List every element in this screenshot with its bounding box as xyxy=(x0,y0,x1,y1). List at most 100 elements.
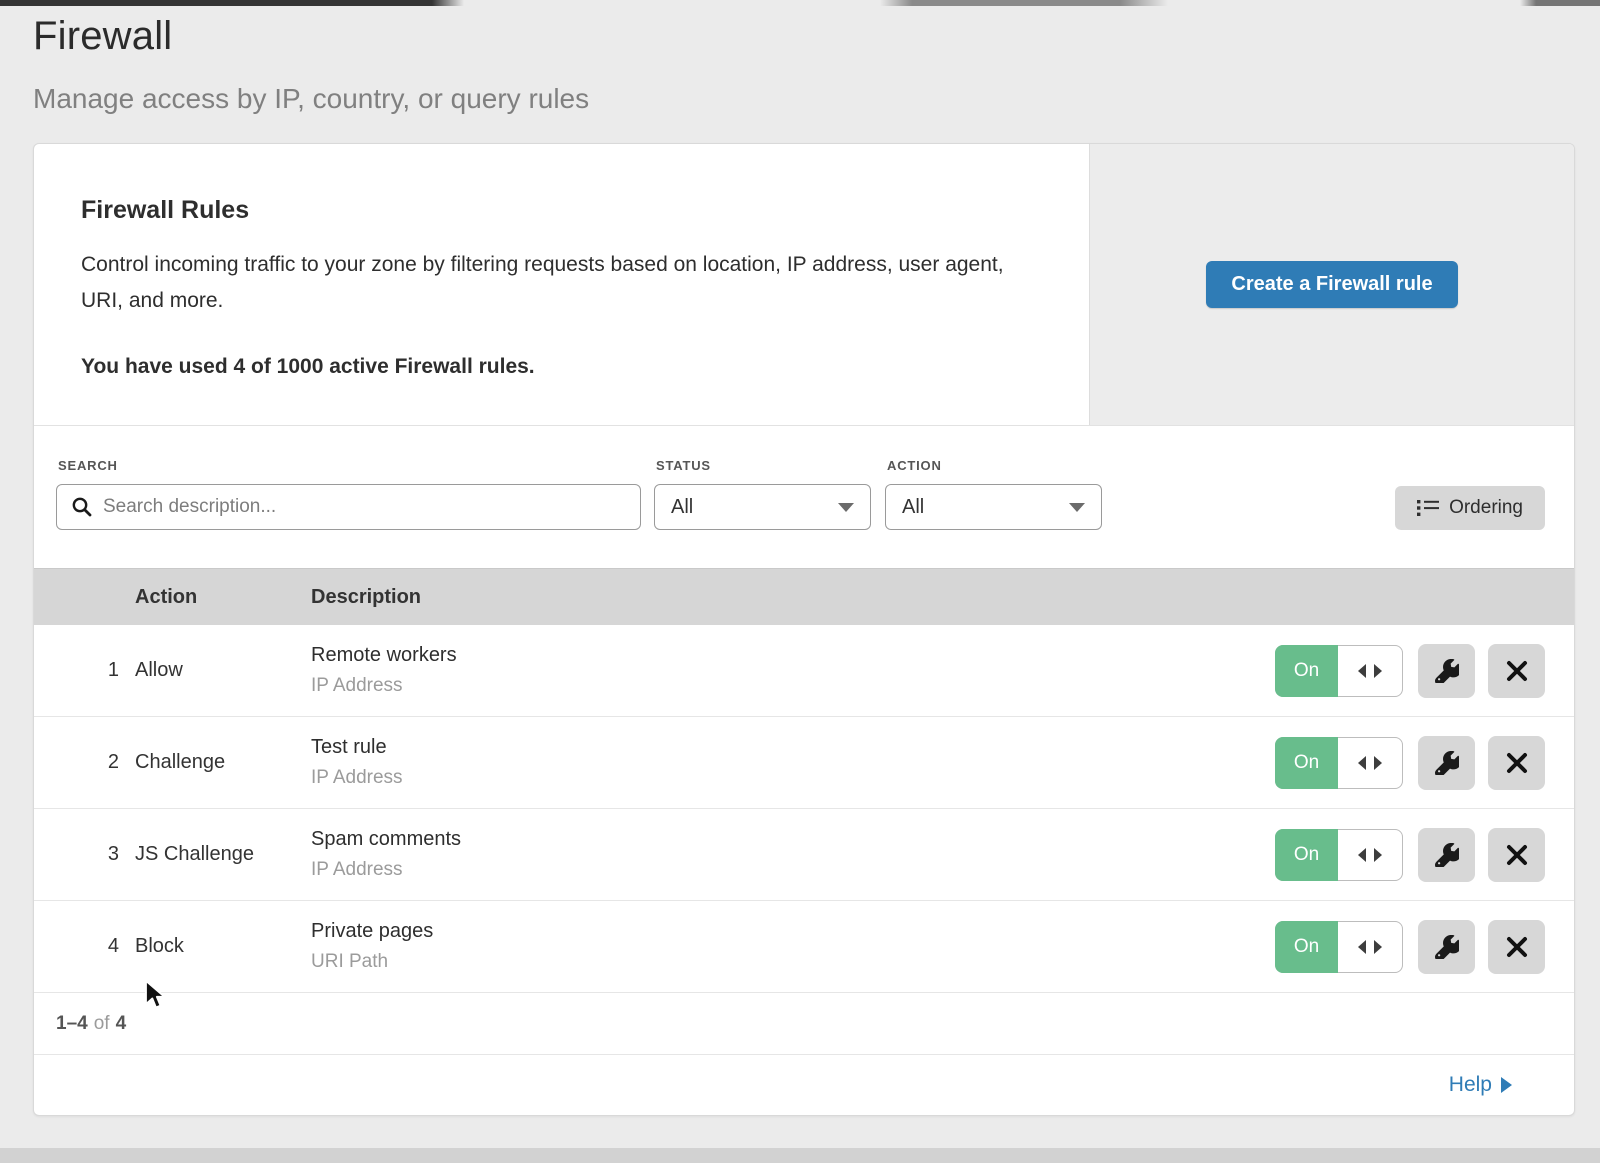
rule-description: Remote workers xyxy=(311,644,1275,667)
page-header: Firewall Manage access by IP, country, o… xyxy=(0,0,1600,115)
left-right-arrows-icon xyxy=(1358,848,1382,862)
close-icon xyxy=(1506,660,1528,682)
rule-description: Spam comments xyxy=(311,828,1275,851)
create-firewall-rule-button[interactable]: Create a Firewall rule xyxy=(1206,261,1457,308)
rule-field: IP Address xyxy=(311,675,1275,697)
table-header-description: Description xyxy=(311,586,1574,609)
rule-action: Block xyxy=(135,935,311,958)
filter-bar: SEARCH STATUS All ACTION All xyxy=(34,426,1574,568)
toggle-drag-handle[interactable] xyxy=(1338,921,1403,973)
hero-description: Control incoming traffic to your zone by… xyxy=(81,247,1031,319)
rule-controls: On xyxy=(1275,644,1574,698)
action-selected-value: All xyxy=(902,496,924,519)
rule-priority: 2 xyxy=(34,751,135,774)
chevron-down-icon xyxy=(838,503,854,512)
rule-controls: On xyxy=(1275,828,1574,882)
table-header-row: Action Description xyxy=(34,568,1574,625)
action-select[interactable]: All xyxy=(885,484,1102,530)
wrench-icon xyxy=(1435,659,1459,683)
action-label: ACTION xyxy=(887,458,1102,473)
help-link-label: Help xyxy=(1449,1073,1492,1097)
edit-rule-button[interactable] xyxy=(1418,920,1475,974)
chevron-down-icon xyxy=(1069,503,1085,512)
pagination-total: 4 xyxy=(116,1013,127,1035)
page-subtitle: Manage access by IP, country, or query r… xyxy=(33,83,1600,115)
table-body: 1 Allow Remote workers IP Address On xyxy=(34,625,1574,993)
hero-text: Firewall Rules Control incoming traffic … xyxy=(34,144,1089,425)
rule-controls: On xyxy=(1275,920,1574,974)
delete-rule-button[interactable] xyxy=(1488,644,1545,698)
table-row: 2 Challenge Test rule IP Address On xyxy=(34,717,1574,809)
rule-field: IP Address xyxy=(311,767,1275,789)
status-select[interactable]: All xyxy=(654,484,871,530)
toggle-drag-handle[interactable] xyxy=(1338,829,1403,881)
rule-description: Test rule xyxy=(311,736,1275,759)
table-header-action: Action xyxy=(135,586,311,609)
table-row: 1 Allow Remote workers IP Address On xyxy=(34,625,1574,717)
search-box[interactable] xyxy=(56,484,641,530)
rule-description-cell: Spam comments IP Address xyxy=(311,828,1275,881)
toggle-on-segment: On xyxy=(1275,737,1338,789)
wrench-icon xyxy=(1435,751,1459,775)
arrow-right-icon xyxy=(1501,1077,1512,1093)
close-icon xyxy=(1506,844,1528,866)
toggle-on-segment: On xyxy=(1275,829,1338,881)
close-icon xyxy=(1506,752,1528,774)
toggle-on-segment: On xyxy=(1275,921,1338,973)
table-row: 3 JS Challenge Spam comments IP Address … xyxy=(34,809,1574,901)
ordering-button[interactable]: Ordering xyxy=(1395,486,1545,530)
pagination: 1–4 of 4 xyxy=(34,993,1574,1055)
table-row: 4 Block Private pages URI Path On xyxy=(34,901,1574,993)
close-icon xyxy=(1506,936,1528,958)
edit-rule-button[interactable] xyxy=(1418,736,1475,790)
pagination-range: 1–4 xyxy=(56,1013,88,1035)
left-right-arrows-icon xyxy=(1358,664,1382,678)
page-title: Firewall xyxy=(33,14,1600,59)
rule-priority: 4 xyxy=(34,935,135,958)
hero-section: Firewall Rules Control incoming traffic … xyxy=(34,144,1574,426)
status-selected-value: All xyxy=(671,496,693,519)
rule-toggle[interactable]: On xyxy=(1275,921,1403,973)
rule-controls: On xyxy=(1275,736,1574,790)
hero-title: Firewall Rules xyxy=(81,196,1041,225)
rule-description-cell: Private pages URI Path xyxy=(311,920,1275,973)
rule-toggle[interactable]: On xyxy=(1275,645,1403,697)
search-input[interactable] xyxy=(103,496,626,518)
rule-priority: 1 xyxy=(34,659,135,682)
delete-rule-button[interactable] xyxy=(1488,736,1545,790)
pagination-of: of xyxy=(88,1013,116,1035)
list-icon xyxy=(1417,499,1439,517)
window-bottom-edge xyxy=(0,1148,1600,1163)
rule-toggle[interactable]: On xyxy=(1275,829,1403,881)
rule-field: URI Path xyxy=(311,951,1275,973)
rule-description-cell: Remote workers IP Address xyxy=(311,644,1275,697)
rule-action: JS Challenge xyxy=(135,843,311,866)
firewall-rules-card: Firewall Rules Control incoming traffic … xyxy=(33,143,1575,1116)
status-label: STATUS xyxy=(656,458,871,473)
rules-table: Action Description 1 Allow Remote worker… xyxy=(34,568,1574,993)
search-label: SEARCH xyxy=(58,458,641,473)
ordering-button-label: Ordering xyxy=(1449,497,1523,519)
window-top-edge xyxy=(0,0,1600,6)
rule-action: Allow xyxy=(135,659,311,682)
wrench-icon xyxy=(1435,935,1459,959)
rule-description-cell: Test rule IP Address xyxy=(311,736,1275,789)
hero-action-panel: Create a Firewall rule xyxy=(1089,144,1574,425)
delete-rule-button[interactable] xyxy=(1488,828,1545,882)
toggle-on-segment: On xyxy=(1275,645,1338,697)
rule-description: Private pages xyxy=(311,920,1275,943)
edit-rule-button[interactable] xyxy=(1418,828,1475,882)
rule-action: Challenge xyxy=(135,751,311,774)
search-icon xyxy=(71,496,93,518)
hero-usage: You have used 4 of 1000 active Firewall … xyxy=(81,355,1041,379)
help-row: Help xyxy=(34,1055,1574,1115)
help-link[interactable]: Help xyxy=(1449,1073,1512,1097)
rule-toggle[interactable]: On xyxy=(1275,737,1403,789)
toggle-drag-handle[interactable] xyxy=(1338,737,1403,789)
rule-priority: 3 xyxy=(34,843,135,866)
wrench-icon xyxy=(1435,843,1459,867)
delete-rule-button[interactable] xyxy=(1488,920,1545,974)
edit-rule-button[interactable] xyxy=(1418,644,1475,698)
left-right-arrows-icon xyxy=(1358,756,1382,770)
toggle-drag-handle[interactable] xyxy=(1338,645,1403,697)
